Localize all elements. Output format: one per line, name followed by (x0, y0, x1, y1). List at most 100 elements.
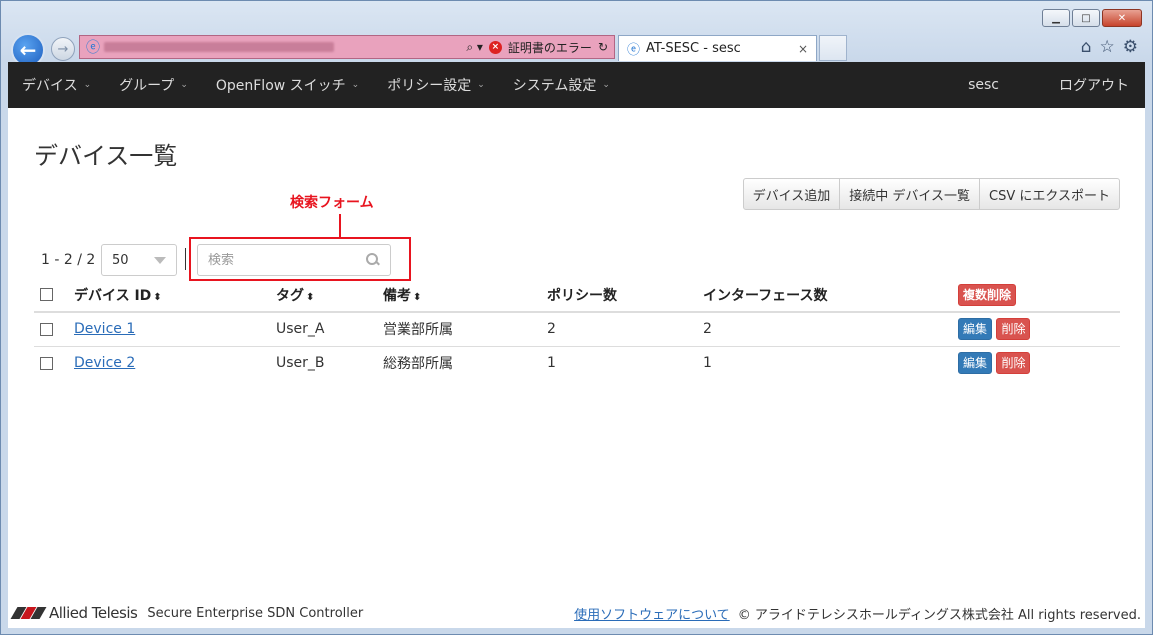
cell-tag: User_A (270, 311, 377, 346)
page-title: デバイス一覧 (34, 142, 178, 170)
product-name: Secure Enterprise SDN Controller (147, 605, 364, 621)
copyright: © アライドテレシスホールディングス株式会社 All rights reserv… (737, 607, 1141, 623)
sort-icon: ⬍ (153, 291, 162, 303)
address-bar[interactable]: ⓔ ⌕ ▾ × 証明書のエラー ↻ (79, 35, 615, 59)
cell-actions: 編集 削除 (952, 311, 1120, 346)
ie-icon: ⓔ (86, 40, 100, 56)
close-window-button[interactable]: ✕ (1102, 9, 1142, 27)
main-content: デバイス一覧 デバイス追加 接続中 デバイス一覧 CSV にエクスポート 検索フ… (8, 108, 1145, 628)
search-form (197, 244, 391, 276)
nav-item-system-settings[interactable]: システム設定 ⌄ (499, 62, 624, 108)
browser-tab[interactable]: ⓔ AT-SESC - sesc × (618, 35, 817, 61)
cell-policies: 2 (541, 311, 697, 346)
table-row: Device 2 User_B 総務部所属 1 1 編集 削除 (34, 345, 1120, 380)
nav-item-openflow-switch[interactable]: OpenFlow スイッチ ⌄ (202, 62, 373, 108)
cell-note: 総務部所属 (377, 345, 541, 380)
window-controls: ▁ □ ✕ (1042, 9, 1142, 27)
delete-button[interactable]: 削除 (996, 318, 1031, 341)
header-actions: 複数削除 (952, 278, 1120, 313)
minimize-button[interactable]: ▁ (1042, 9, 1070, 27)
cell-interfaces: 2 (697, 311, 952, 346)
separator (185, 248, 186, 270)
nav-label: ポリシー設定 (387, 78, 472, 94)
refresh-icon[interactable]: ↻ (598, 40, 608, 54)
select-all-checkbox[interactable] (40, 288, 53, 301)
nav-label: OpenFlow スイッチ (215, 78, 346, 94)
forward-button[interactable]: → (51, 37, 75, 61)
software-info-link[interactable]: 使用ソフトウェアについて (574, 604, 730, 623)
connected-devices-button[interactable]: 接続中 デバイス一覧 (839, 178, 981, 210)
cell-tag: User_B (270, 345, 377, 380)
sort-icon: ⬍ (413, 291, 422, 303)
logout-link[interactable]: ログアウト (1029, 62, 1145, 108)
row-checkbox[interactable] (40, 356, 53, 370)
nav-label: デバイス (22, 78, 78, 94)
home-icon[interactable]: ⌂ (1081, 37, 1092, 57)
favorites-icon[interactable]: ☆ (1100, 37, 1115, 57)
header-label: タグ (276, 287, 304, 304)
gear-icon[interactable]: ⚙ (1123, 37, 1138, 57)
action-button-group: デバイス追加 接続中 デバイス一覧 CSV にエクスポート (742, 178, 1120, 210)
nav-item-groups[interactable]: グループ ⌄ (105, 62, 202, 108)
allied-telesis-logo-icon (10, 607, 47, 619)
cell-note: 営業部所属 (377, 311, 541, 346)
tab-close-icon[interactable]: × (798, 42, 808, 56)
chevron-down-icon (154, 256, 166, 264)
back-arrow-icon: ← (19, 38, 37, 62)
header-tag[interactable]: タグ ⬍ (270, 278, 377, 313)
cert-error-icon: × (488, 40, 502, 54)
chevron-down-icon: ⌄ (83, 80, 92, 90)
edit-button[interactable]: 編集 (958, 318, 993, 341)
cell-policies: 1 (541, 345, 697, 380)
page-size-value: 50 (112, 252, 129, 268)
row-checkbox-cell (34, 345, 68, 380)
export-csv-button[interactable]: CSV にエクスポート (979, 178, 1120, 210)
bulk-delete-button[interactable]: 複数削除 (958, 283, 1017, 306)
row-checkbox[interactable] (40, 322, 53, 336)
address-url-blurred (104, 42, 334, 52)
header-label: デバイス ID (74, 287, 152, 304)
nav-label: システム設定 (512, 78, 597, 94)
device-link[interactable]: Device 1 (74, 321, 135, 337)
maximize-button[interactable]: □ (1072, 9, 1100, 27)
search-input[interactable] (208, 252, 348, 268)
app-navbar: デバイス ⌄ グループ ⌄ OpenFlow スイッチ ⌄ ポリシー設定 ⌄ システム設… (8, 62, 1145, 108)
annotation-label: 検索フォーム (290, 195, 374, 211)
brand-name: Allied Telesis (49, 604, 138, 622)
footer: Allied Telesis Secure Enterprise SDN Con… (8, 598, 1145, 628)
chevron-down-icon: ⌄ (351, 80, 360, 90)
cell-device: Device 1 (68, 311, 270, 346)
cell-interfaces: 1 (697, 345, 952, 380)
header-policies: ポリシー数 (541, 278, 697, 313)
header-device-id[interactable]: デバイス ID ⬍ (68, 278, 270, 313)
nav-item-devices[interactable]: デバイス ⌄ (8, 62, 105, 108)
tab-ie-icon: ⓔ (627, 43, 641, 58)
device-link[interactable]: Device 2 (74, 355, 135, 371)
browser-toolbar-icons: ⌂ ☆ ⚙ (1081, 37, 1138, 57)
cell-actions: 編集 削除 (952, 345, 1120, 380)
cert-error-label[interactable]: 証明書のエラー (508, 39, 592, 56)
page-size-select[interactable]: 50 (101, 244, 177, 276)
search-icon[interactable] (366, 253, 380, 267)
address-search-icon[interactable]: ⌕ ▾ (466, 40, 483, 55)
header-label: 備考 (383, 287, 411, 304)
table-row: Device 1 User_A 営業部所属 2 2 編集 削除 (34, 311, 1120, 346)
nav-item-policy-settings[interactable]: ポリシー設定 ⌄ (373, 62, 499, 108)
tab-title: AT-SESC - sesc (646, 41, 741, 56)
forward-arrow-icon: → (57, 41, 69, 57)
chevron-down-icon: ⌄ (180, 80, 188, 90)
chevron-down-icon: ⌄ (477, 80, 485, 90)
cell-device: Device 2 (68, 345, 270, 380)
nav-label: グループ (119, 78, 175, 94)
row-checkbox-cell (34, 311, 68, 346)
add-device-button[interactable]: デバイス追加 (742, 178, 841, 210)
header-checkbox-cell (34, 278, 68, 313)
header-interfaces: インターフェース数 (697, 278, 952, 313)
result-range: 1 - 2 / 2 (41, 252, 96, 268)
nav-user[interactable]: sesc (938, 62, 1029, 108)
delete-button[interactable]: 削除 (996, 352, 1031, 375)
edit-button[interactable]: 編集 (958, 352, 993, 375)
new-tab-button[interactable] (819, 35, 847, 61)
sort-icon: ⬍ (306, 291, 315, 303)
header-note[interactable]: 備考 ⬍ (377, 278, 541, 313)
